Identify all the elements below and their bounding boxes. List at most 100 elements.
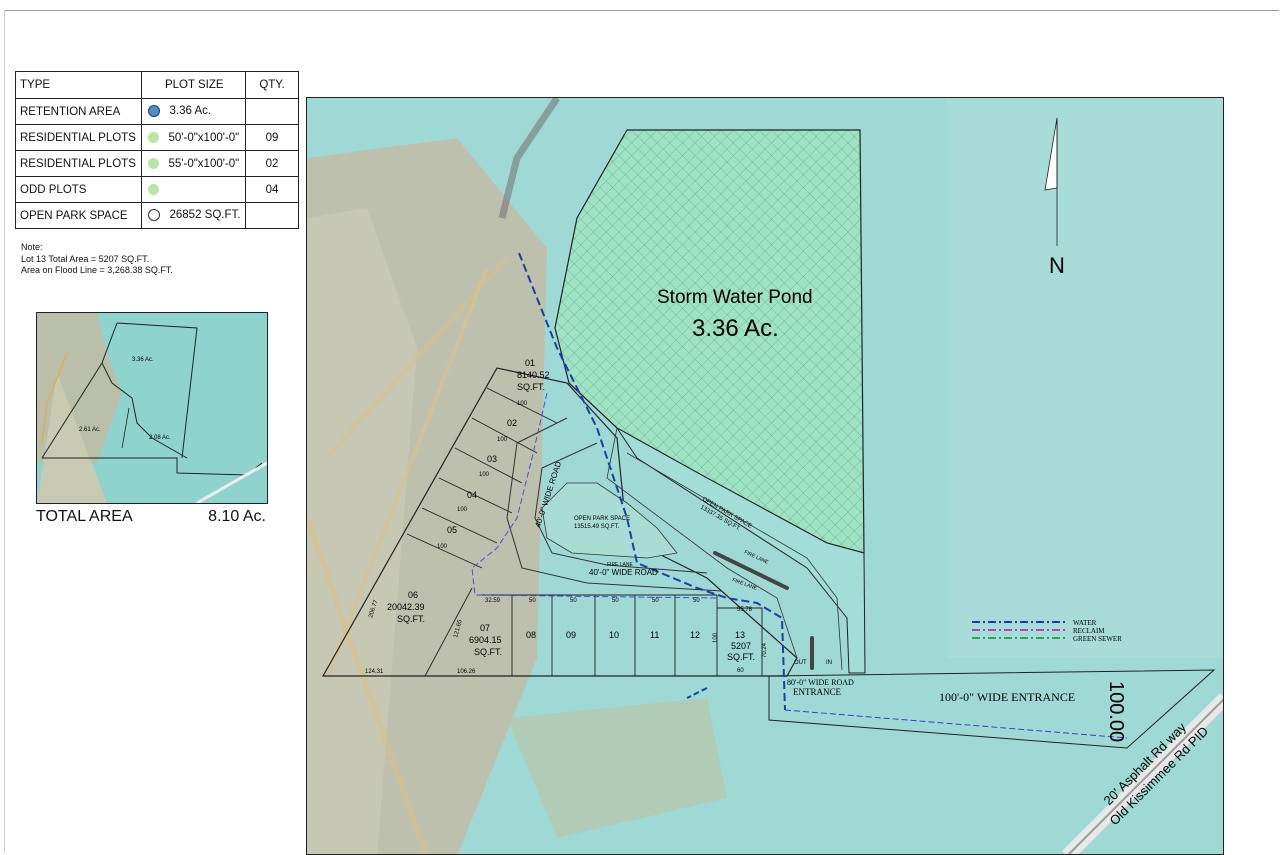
- lot-dim: 100: [437, 544, 448, 550]
- total-area-value: 8.10 Ac.: [208, 508, 266, 525]
- legend-size: 50'-0"x100'-0": [168, 131, 240, 144]
- legend-row: OPEN PARK SPACE 26852 SQ.FT.: [15, 202, 299, 229]
- residential-swatch-icon: [147, 157, 159, 169]
- legend-table: TYPE PLOT SIZE QTY. RETENTION AREA 3.36 …: [15, 71, 299, 229]
- lot-dim: 100: [497, 437, 508, 443]
- minimap-area-label: 3.36 Ac.: [132, 357, 154, 363]
- fire-lane-label: FIRE LANE: [607, 562, 634, 568]
- note-block: Note: Lot 13 Total Area = 5207 SQ.FT. Ar…: [21, 242, 173, 277]
- open-space-swatch-icon: [147, 209, 160, 222]
- note-line: Lot 13 Total Area = 5207 SQ.FT.: [21, 253, 150, 264]
- lot-dim: 50: [570, 598, 577, 604]
- lot-dim: 50: [693, 598, 700, 604]
- north-label: N: [1049, 253, 1065, 278]
- retention-swatch-icon: [147, 105, 160, 118]
- site-plan-svg: N Storm Water Pond 3.36 Ac. 01 8140.52 S…: [307, 98, 1223, 854]
- legend-header-type: TYPE: [15, 71, 142, 99]
- legend-qty: 04: [245, 176, 299, 203]
- legend-type: RESIDENTIAL PLOTS: [15, 150, 142, 177]
- utility-label: RECLAIM: [1073, 627, 1105, 635]
- dim-label: 60: [737, 668, 744, 674]
- legend-row: RESIDENTIAL PLOTS 55'-0"x100'-0" 02: [15, 150, 299, 177]
- lot-area: 5207: [731, 641, 751, 651]
- lot-label: 01: [525, 358, 535, 368]
- lot-dim: 100: [479, 472, 490, 478]
- legend-size-cell: 3.36 Ac.: [140, 98, 246, 125]
- utility-label: WATER: [1073, 619, 1097, 627]
- minimap-area-label: 2.61 Ac.: [79, 427, 101, 433]
- legend-type: ODD PLOTS: [15, 176, 142, 203]
- park-area: 13515.49 SQ.FT.: [574, 524, 620, 530]
- legend-row: RETENTION AREA 3.36 Ac.: [15, 98, 299, 125]
- odd-plot-swatch-icon: [147, 183, 159, 195]
- lot-area-unit: SQ.FT.: [474, 647, 502, 657]
- lot-area-unit: SQ.FT.: [517, 382, 545, 392]
- legend-size: 55'-0"x100'-0": [168, 157, 240, 170]
- entrance-width-label: 100.00: [1105, 681, 1127, 742]
- lot-area: 8140.52: [517, 370, 550, 380]
- legend-qty: 02: [245, 150, 299, 177]
- lot-label: 07: [480, 623, 490, 633]
- pond-area: 3.36 Ac.: [692, 315, 779, 342]
- legend-size: 26852 SQ.FT.: [169, 209, 241, 222]
- dim-label: 106.26: [457, 669, 476, 675]
- lot-area-unit: SQ.FT.: [727, 652, 755, 662]
- total-area: TOTAL AREA 8.10 Ac.: [36, 508, 266, 526]
- lot-area: 6904.15: [469, 635, 502, 645]
- minimap-svg: 3.36 Ac. 2.61 Ac. 2.08 Ac.: [37, 313, 267, 503]
- legend-size-cell: 55'-0"x100'-0": [140, 150, 246, 177]
- legend-size: 3.36 Ac.: [169, 105, 212, 118]
- road-label: 40'-0" WIDE ROAD: [589, 568, 658, 577]
- lot-label: 06: [408, 590, 418, 600]
- lot-label: 04: [467, 490, 477, 500]
- legend-type: RESIDENTIAL PLOTS: [15, 124, 142, 151]
- lot-dim: 50: [529, 598, 536, 604]
- out-label: OUT: [794, 660, 807, 666]
- overview-minimap: 3.36 Ac. 2.61 Ac. 2.08 Ac.: [36, 312, 268, 504]
- dim-label: 100: [713, 632, 719, 643]
- lot-area: 20042.39: [387, 602, 425, 612]
- site-plan-map: N Storm Water Pond 3.36 Ac. 01 8140.52 S…: [306, 97, 1224, 855]
- dim-label: 55.78: [737, 607, 753, 613]
- residential-swatch-icon: [147, 131, 159, 143]
- lot-dim: 100: [517, 401, 528, 407]
- lot-label: 10: [609, 630, 619, 640]
- legend-header-qty: QTY.: [245, 71, 299, 99]
- legend-row: RESIDENTIAL PLOTS 50'-0"x100'-0" 09: [15, 124, 299, 151]
- lot-label: 02: [507, 418, 517, 428]
- legend-qty: 09: [245, 124, 299, 151]
- lot-label: 08: [526, 630, 536, 640]
- note-line: Area on Flood Line = 3,268.38 SQ.FT.: [21, 265, 173, 275]
- note-title: Note:: [21, 242, 43, 252]
- pond-title: Storm Water Pond: [657, 287, 813, 308]
- park-label: OPEN PARK SPACE: [574, 516, 630, 522]
- total-area-label: TOTAL AREA: [36, 508, 133, 525]
- lot-label: 12: [690, 630, 700, 640]
- in-label: IN: [826, 660, 832, 666]
- minimap-area-label: 2.08 Ac.: [149, 435, 171, 441]
- legend-row: ODD PLOTS 04: [15, 176, 299, 203]
- wide-entrance-label: 100'-0" WIDE ENTRANCE: [939, 690, 1075, 704]
- legend-type: RETENTION AREA: [15, 98, 142, 125]
- dim-label: 70.24: [762, 642, 768, 658]
- dim-label: 32.59: [485, 598, 501, 604]
- lot-dim: 50: [652, 598, 659, 604]
- lot-label: 03: [487, 454, 497, 464]
- lot-label: 13: [735, 630, 745, 640]
- dim-label: 124.31: [365, 669, 384, 675]
- legend-type: OPEN PARK SPACE: [15, 202, 142, 229]
- lot-dim: 100: [457, 507, 468, 513]
- lot-dim: 50: [612, 598, 619, 604]
- road-label: 80'-0" WIDE ROAD: [787, 678, 854, 687]
- legend-header-size: PLOT SIZE: [140, 71, 246, 99]
- lot-label: 11: [650, 630, 659, 640]
- legend-qty: [245, 202, 299, 229]
- legend-header-row: TYPE PLOT SIZE QTY.: [15, 71, 299, 99]
- lot-label: 09: [566, 630, 576, 640]
- utility-label: GREEN SEWER: [1073, 635, 1122, 643]
- legend-size-cell: 50'-0"x100'-0": [140, 124, 246, 151]
- legend-qty: [245, 98, 299, 125]
- legend-size-cell: [140, 176, 246, 203]
- lot-area-unit: SQ.FT.: [397, 614, 425, 624]
- legend-size-cell: 26852 SQ.FT.: [140, 202, 246, 229]
